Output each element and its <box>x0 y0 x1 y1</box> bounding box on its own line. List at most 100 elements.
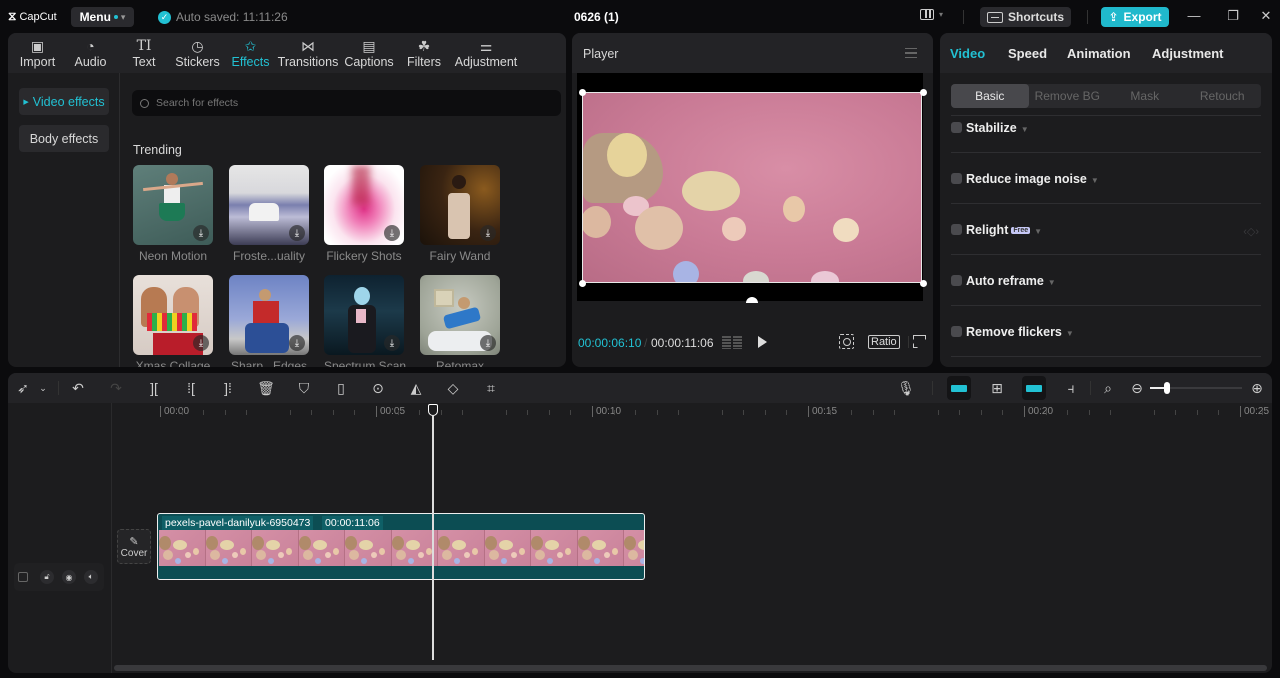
tab-text[interactable]: TI Text <box>118 33 170 73</box>
tab-audio[interactable]: ◔ Audio <box>63 33 118 73</box>
download-icon[interactable]: ⤓ <box>480 225 496 241</box>
tab-captions[interactable]: ▤ Captions <box>340 33 398 73</box>
reduce-noise-checkbox[interactable] <box>951 173 962 184</box>
close-button[interactable]: ✕ <box>1256 8 1276 24</box>
reverse-icon[interactable]: ⊙ <box>369 380 387 396</box>
resize-handle[interactable] <box>920 280 927 287</box>
split-right-icon[interactable]: ]⁞ <box>219 380 237 396</box>
ratio-button[interactable]: Ratio <box>868 335 900 349</box>
eye-icon[interactable]: ◉ <box>62 570 76 584</box>
tab-animation[interactable]: Animation <box>1067 46 1131 61</box>
marker-icon[interactable]: ⛉ <box>295 380 313 396</box>
undo-icon[interactable]: ↶ <box>69 380 87 396</box>
search-input[interactable]: Search for effects <box>132 90 561 116</box>
minimize-button[interactable]: — <box>1184 8 1204 23</box>
layout-button[interactable]: ▾ <box>920 9 943 20</box>
tab-filters[interactable]: ☘ Filters <box>398 33 450 73</box>
restore-button[interactable]: ❐ <box>1223 8 1243 24</box>
sidebar-item-video-effects[interactable]: ▶ Video effects <box>19 88 109 115</box>
auto-reframe-checkbox[interactable] <box>951 275 962 286</box>
effect-card[interactable]: ⤓ Froste...uality <box>229 165 309 263</box>
download-icon[interactable]: ⤓ <box>384 225 400 241</box>
delete-icon[interactable]: 🗑︎ <box>257 380 275 396</box>
chevron-down-icon[interactable]: ▼ <box>1021 125 1029 134</box>
tab-adjustment[interactable]: ⚌ Adjustment <box>450 33 522 73</box>
tab-transitions[interactable]: ⋈ Transitions <box>276 33 340 73</box>
download-icon[interactable]: ⤓ <box>289 335 305 351</box>
select-tool-icon[interactable]: ➶ <box>14 380 32 396</box>
timeline-ruler[interactable]: 00:00 00:05 00:10 00:15 00:20 00:25 <box>112 403 1272 423</box>
sidebar-item-body-effects[interactable]: Body effects <box>19 125 109 152</box>
effect-card[interactable]: ⤓ Sharp...Edges <box>229 275 309 367</box>
chevron-down-icon[interactable]: ▼ <box>1034 227 1042 236</box>
subtab-retouch[interactable]: Retouch <box>1184 84 1262 108</box>
effect-card[interactable]: ⤓ Spectrum Scan <box>324 275 406 367</box>
tab-import[interactable]: ▣ Import <box>12 33 63 73</box>
preview-canvas[interactable] <box>577 73 927 303</box>
resize-handle[interactable] <box>579 280 586 287</box>
tab-adjustment[interactable]: Adjustment <box>1152 46 1224 61</box>
option-stabilize: Stabilize ▼ <box>951 116 1261 153</box>
menu-icon[interactable] <box>905 48 917 58</box>
tab-speed[interactable]: Speed <box>1008 46 1047 61</box>
rotate-icon[interactable]: ◇ <box>444 380 462 396</box>
download-icon[interactable]: ⤓ <box>193 335 209 351</box>
split-left-icon[interactable]: ⁞[ <box>182 380 200 396</box>
video-frame[interactable] <box>582 92 922 283</box>
effect-card[interactable]: ⤓ Fairy Wand <box>420 165 500 263</box>
playhead[interactable] <box>432 415 434 660</box>
download-icon[interactable]: ⤓ <box>480 335 496 351</box>
subtab-mask[interactable]: Mask <box>1106 84 1184 108</box>
main-track-magnet-toggle[interactable] <box>947 376 971 400</box>
resize-handle[interactable] <box>920 89 927 96</box>
crop-icon[interactable]: ⌗ <box>482 380 500 396</box>
subtab-basic[interactable]: Basic <box>951 84 1029 108</box>
zoom-out-icon[interactable]: ⊖ <box>1128 380 1146 396</box>
rotate-handle[interactable] <box>746 297 758 303</box>
effect-card[interactable]: ⤓ Retomax <box>420 275 500 367</box>
chevron-down-icon[interactable]: ▼ <box>1048 278 1056 287</box>
effect-card[interactable]: ⤓ Xmas Collage <box>133 275 213 367</box>
chevron-down-icon[interactable]: ▼ <box>1066 329 1074 338</box>
chevron-down-icon[interactable]: ⌄ <box>34 380 52 396</box>
preview-axis-icon[interactable]: ⫞ <box>1062 380 1080 396</box>
download-icon[interactable]: ⤓ <box>289 225 305 241</box>
clip-filmstrip <box>159 530 644 566</box>
shortcuts-button[interactable]: Shortcuts <box>980 7 1071 27</box>
zoom-slider-handle[interactable] <box>1164 382 1170 394</box>
zoom-fit-icon[interactable] <box>839 334 854 349</box>
cover-button[interactable]: ✎ Cover <box>117 529 151 564</box>
title-bar: ⧖ CapCut Menu ▾ ✓ Auto saved: 11:11:26 0… <box>0 0 1280 33</box>
download-icon[interactable]: ⤓ <box>193 225 209 241</box>
track-controls: 🔓︎ ◉ 🔈︎ <box>14 563 104 591</box>
horizontal-scrollbar[interactable] <box>114 665 1267 671</box>
tab-video[interactable]: Video <box>950 46 985 61</box>
stabilize-checkbox[interactable] <box>951 122 962 133</box>
volume-icon[interactable]: 🔈︎ <box>84 570 98 584</box>
freeze-icon[interactable]: ▯ <box>332 380 350 396</box>
effect-card[interactable]: ⤓ Neon Motion <box>133 165 213 263</box>
video-clip[interactable]: pexels-pavel-danilyuk-6950473 00:00:11:0… <box>157 513 645 580</box>
fit-timeline-icon[interactable]: ⌕ <box>1099 380 1117 396</box>
link-toggle[interactable] <box>1022 376 1046 400</box>
chevron-down-icon[interactable]: ▼ <box>1091 176 1099 185</box>
remove-flickers-checkbox[interactable] <box>951 326 962 337</box>
download-icon[interactable]: ⤓ <box>384 335 400 351</box>
tab-effects[interactable]: ✩ Effects <box>225 33 276 73</box>
resize-handle[interactable] <box>579 89 586 96</box>
effect-card[interactable]: ⤓ Flickery Shots <box>324 165 404 263</box>
split-icon[interactable]: ][ <box>145 380 163 396</box>
lock-icon[interactable]: 🔓︎ <box>40 570 54 584</box>
auto-snap-icon[interactable]: ⊞ <box>988 380 1006 396</box>
export-button[interactable]: ⇪ Export <box>1101 7 1169 27</box>
play-button[interactable] <box>758 336 767 348</box>
zoom-in-icon[interactable]: ⊕ <box>1248 380 1266 396</box>
mirror-icon[interactable]: ◭ <box>407 380 425 396</box>
subtab-remove-bg[interactable]: Remove BG <box>1029 84 1107 108</box>
relight-checkbox[interactable] <box>951 224 962 235</box>
menu-button[interactable]: Menu ▾ <box>71 7 134 27</box>
tab-stickers[interactable]: ◷ Stickers <box>170 33 225 73</box>
fullscreen-icon[interactable] <box>913 335 926 348</box>
keyframe-icon[interactable]: ‹◇› <box>1243 225 1259 238</box>
microphone-icon[interactable]: 🎙︎ <box>897 380 915 396</box>
